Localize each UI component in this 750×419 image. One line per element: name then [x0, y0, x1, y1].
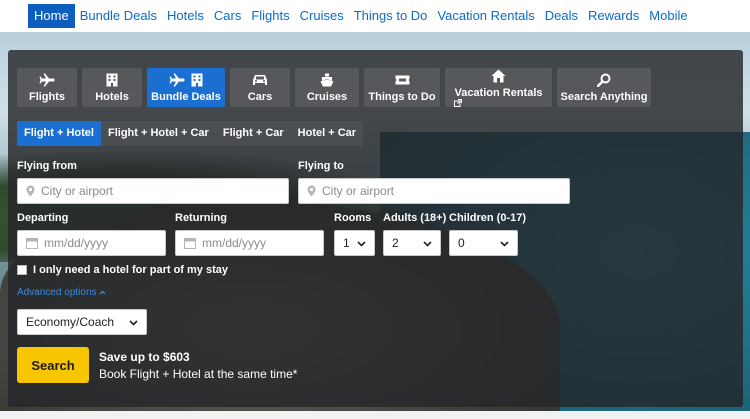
tab-label: Hotels: [95, 90, 129, 103]
nav-item-cruises[interactable]: Cruises: [295, 4, 349, 28]
chevron-down-icon: [500, 236, 509, 250]
subtab-flight-hotel-car[interactable]: Flight + Hotel + Car: [100, 121, 216, 146]
returning-date-input[interactable]: mm/dd/yyyy: [175, 230, 324, 256]
nav-item-cars[interactable]: Cars: [209, 4, 246, 28]
tab-cars[interactable]: Cars: [230, 68, 290, 107]
subtab-flight-car[interactable]: Flight + Car: [215, 121, 291, 146]
chevron-down-icon: [357, 236, 366, 250]
nav-item-rewards[interactable]: Rewards: [583, 4, 644, 28]
location-pin-icon: [307, 185, 316, 197]
children-select[interactable]: 0: [449, 230, 518, 256]
departing-label: Departing: [17, 212, 69, 224]
cabin-class-value: Economy/Coach: [26, 315, 115, 329]
search-button[interactable]: Search: [17, 347, 89, 383]
adults-label: Adults (18+): [383, 212, 447, 224]
product-tabs: Flights Hotels Bundle Deals Cars Cruises…: [17, 68, 651, 107]
hotel-icon: [106, 73, 118, 87]
rooms-label: Rooms: [334, 212, 372, 224]
children-label: Children (0-17): [449, 212, 527, 224]
search-icon: [597, 73, 611, 87]
tab-label: Search Anything: [560, 90, 648, 103]
tab-label: Vacation Rentals: [454, 86, 543, 107]
nav-item-home[interactable]: Home: [28, 4, 75, 28]
nav-item-flights[interactable]: Flights: [246, 4, 294, 28]
chevron-up-icon: [99, 287, 106, 298]
tab-things-to-do[interactable]: Things to Do: [364, 68, 440, 107]
flying-from-label: Flying from: [17, 160, 77, 172]
flying-to-input[interactable]: City or airport: [298, 178, 570, 204]
partial-hotel-checkbox[interactable]: [17, 265, 27, 275]
flying-from-input[interactable]: City or airport: [17, 178, 289, 204]
tab-vacation-rentals[interactable]: Vacation Rentals: [445, 68, 552, 107]
house-icon: [491, 69, 506, 83]
promo-subtitle: Book Flight + Hotel at the same time*: [99, 367, 298, 381]
tab-flights[interactable]: Flights: [17, 68, 77, 107]
tab-hotels[interactable]: Hotels: [82, 68, 142, 107]
chevron-down-icon: [129, 315, 138, 329]
subtab-hotel-car[interactable]: Hotel + Car: [290, 121, 364, 146]
chevron-down-icon: [423, 236, 432, 250]
rooms-select[interactable]: 1: [334, 230, 375, 256]
flying-to-label: Flying to: [298, 160, 344, 172]
ship-icon: [320, 73, 334, 87]
nav-item-things-to-do[interactable]: Things to Do: [349, 4, 433, 28]
cabin-class-select[interactable]: Economy/Coach: [17, 309, 147, 335]
tab-label: Cruises: [306, 90, 348, 103]
subtab-flight-hotel[interactable]: Flight + Hotel: [17, 121, 101, 146]
top-nav: Home Bundle Deals Hotels Cars Flights Cr…: [0, 0, 750, 32]
adults-value: 2: [392, 236, 399, 250]
ticket-icon: [395, 75, 410, 85]
flying-from-placeholder: City or airport: [41, 184, 114, 198]
flying-to-placeholder: City or airport: [322, 184, 395, 198]
nav-item-bundle-deals[interactable]: Bundle Deals: [75, 4, 162, 28]
bundle-subtabs: Flight + Hotel Flight + Hotel + Car Flig…: [17, 121, 364, 146]
departing-date-input[interactable]: mm/dd/yyyy: [17, 230, 166, 256]
tab-label: Flights: [28, 90, 66, 103]
search-panel: Flights Hotels Bundle Deals Cars Cruises…: [8, 50, 743, 407]
children-value: 0: [458, 236, 465, 250]
nav-item-vacation-rentals[interactable]: Vacation Rentals: [432, 4, 539, 28]
advanced-options-text: Advanced options: [17, 287, 97, 298]
rooms-value: 1: [343, 236, 350, 250]
location-pin-icon: [26, 185, 35, 197]
plane-hotel-icon: [169, 73, 203, 88]
plane-icon: [39, 73, 55, 87]
promo-title: Save up to $603: [99, 350, 190, 364]
tab-label-text: Vacation Rentals: [454, 86, 543, 99]
tab-label: Cars: [247, 90, 273, 103]
returning-label: Returning: [175, 212, 227, 224]
tab-label: Things to Do: [368, 90, 436, 103]
nav-item-hotels[interactable]: Hotels: [162, 4, 209, 28]
advanced-options-link[interactable]: Advanced options: [17, 287, 106, 298]
external-link-icon: [454, 98, 542, 107]
partial-hotel-label: I only need a hotel for part of my stay: [33, 264, 228, 276]
tab-label: Bundle Deals: [151, 90, 221, 103]
partial-hotel-option[interactable]: I only need a hotel for part of my stay: [17, 264, 228, 276]
calendar-icon: [26, 237, 38, 249]
calendar-icon: [184, 237, 196, 249]
nav-item-deals[interactable]: Deals: [540, 4, 583, 28]
car-icon: [252, 74, 268, 87]
returning-placeholder: mm/dd/yyyy: [202, 236, 267, 250]
tab-cruises[interactable]: Cruises: [295, 68, 359, 107]
page-bottom-strip: [0, 411, 750, 419]
departing-placeholder: mm/dd/yyyy: [44, 236, 109, 250]
adults-select[interactable]: 2: [383, 230, 441, 256]
nav-item-mobile[interactable]: Mobile: [644, 4, 692, 28]
tab-bundle-deals[interactable]: Bundle Deals: [147, 68, 225, 107]
tab-search-anything[interactable]: Search Anything: [557, 68, 651, 107]
